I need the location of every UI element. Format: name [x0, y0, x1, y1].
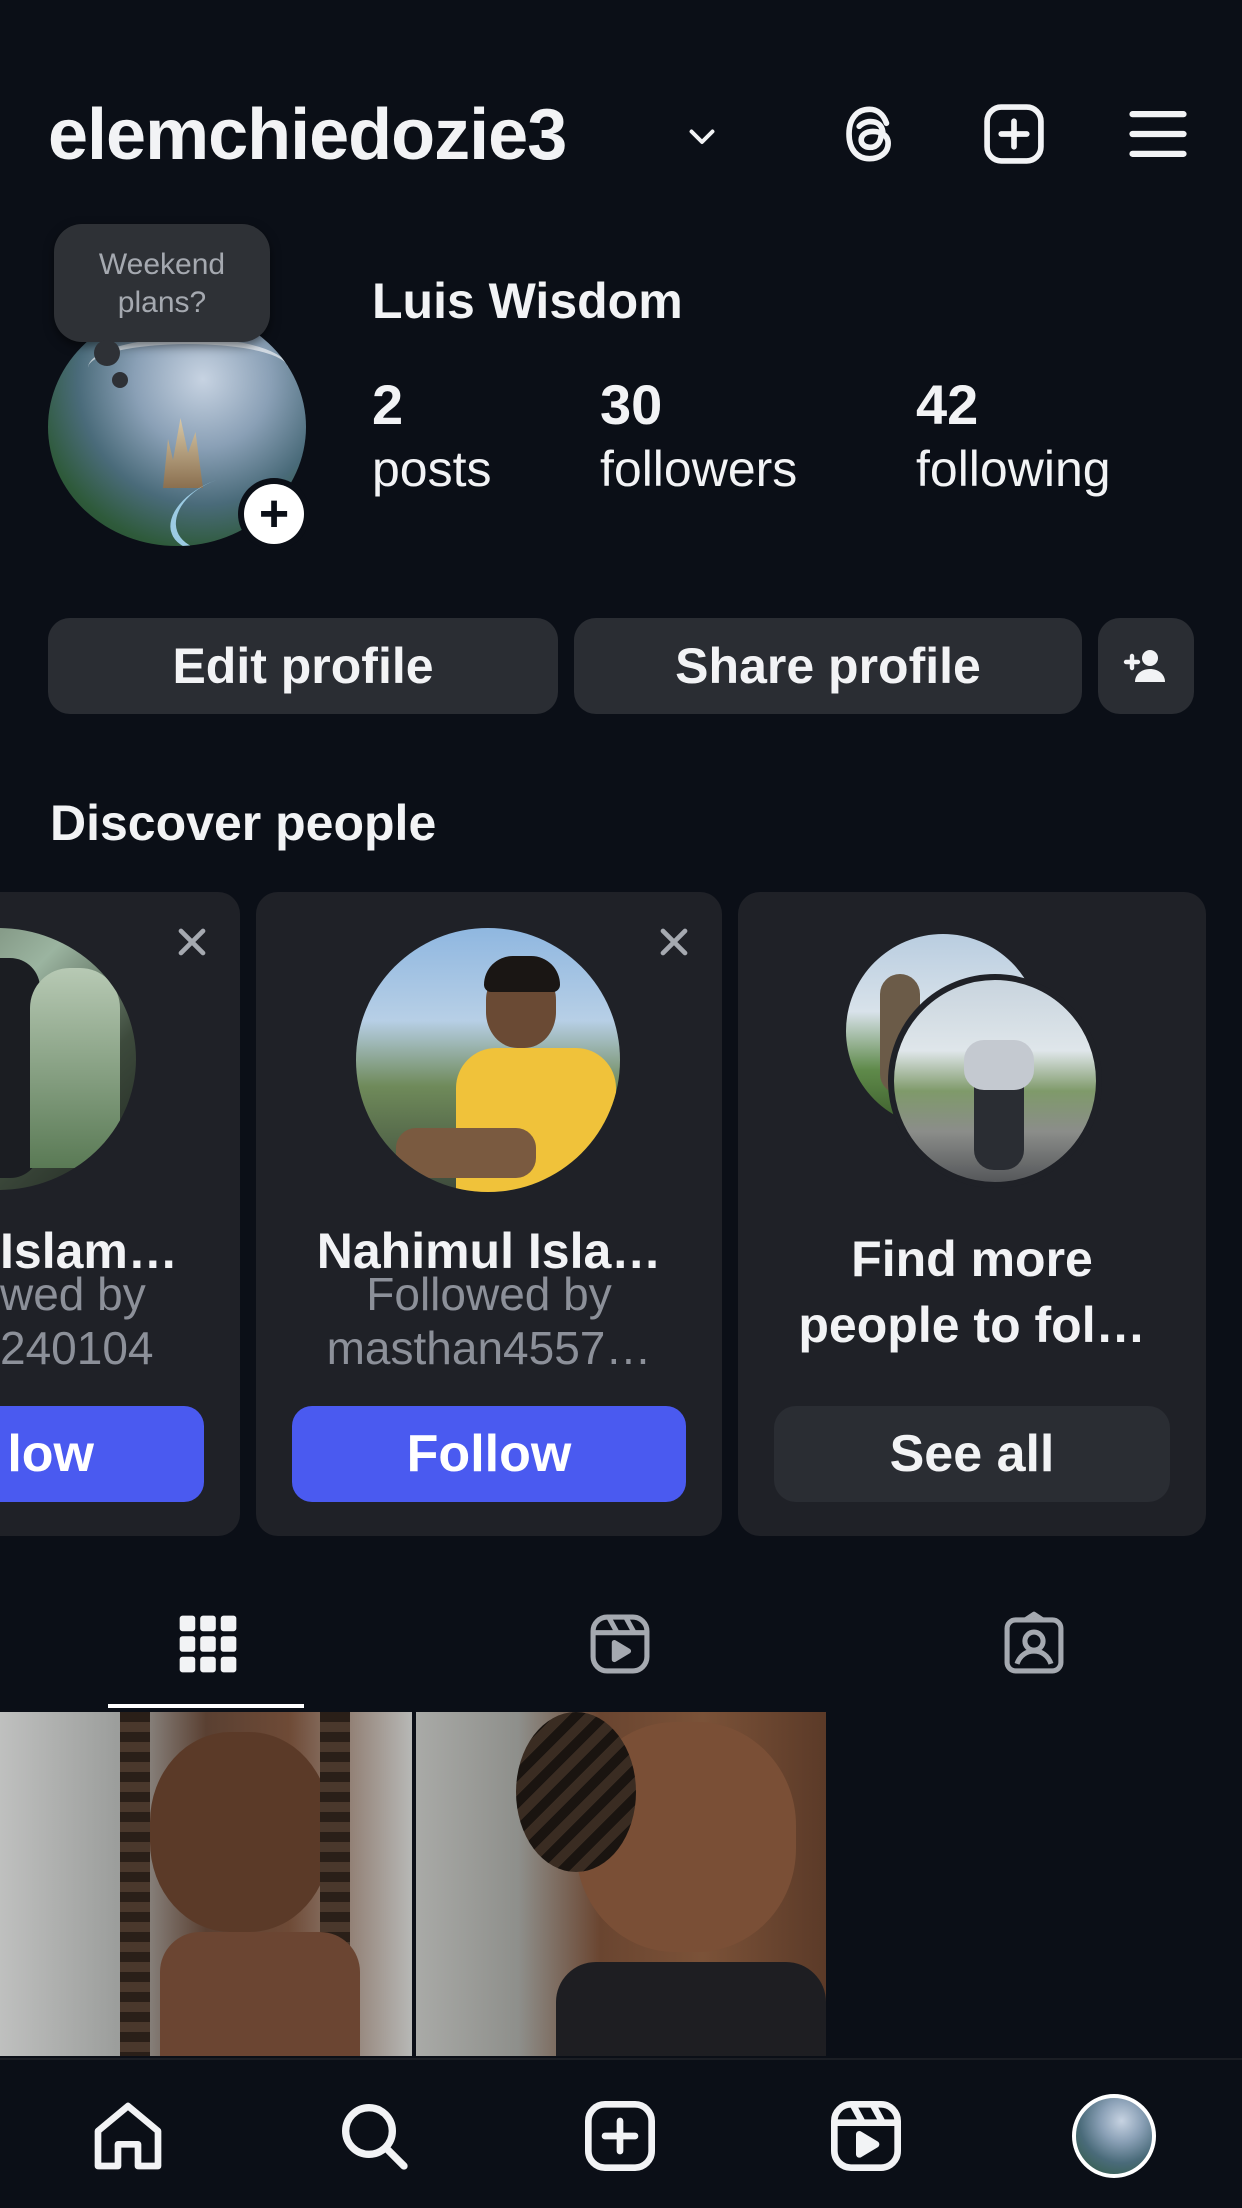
plus-icon: +	[244, 484, 304, 544]
profile-avatar[interactable]	[1072, 2094, 1156, 2178]
share-profile-button[interactable]: Share profile	[574, 618, 1082, 714]
add-person-icon	[1123, 650, 1165, 682]
find-more-line-1: Find more	[851, 1231, 1093, 1287]
note-bubble-tail	[94, 340, 120, 366]
edit-profile-button[interactable]: Edit profile	[48, 618, 558, 714]
posts-count[interactable]: 2	[372, 372, 403, 437]
suggested-person-photo[interactable]	[356, 928, 620, 1192]
menu-icon[interactable]	[1124, 100, 1192, 168]
suggested-mutual-line-2: 240104	[0, 1322, 154, 1374]
suggested-mutual-line-1: Followed by	[366, 1268, 612, 1320]
suggested-person-photo[interactable]	[0, 928, 136, 1190]
discover-people-title: Discover people	[50, 795, 437, 851]
followers-label[interactable]: followers	[600, 440, 797, 498]
account-username[interactable]: elemchiedozie3	[48, 92, 567, 178]
suggested-mutual-line-1: wed by	[0, 1268, 146, 1320]
search-icon[interactable]	[334, 2096, 414, 2176]
following-label[interactable]: following	[916, 440, 1111, 498]
post-thumbnail[interactable]	[0, 1712, 412, 2056]
threads-icon[interactable]	[836, 100, 904, 168]
find-more-line-2: people to fol…	[798, 1297, 1146, 1353]
profile-full-name: Luis Wisdom	[372, 273, 683, 329]
suggested-mutual-line-2: masthan4557…	[326, 1322, 652, 1374]
tagged-icon[interactable]	[1000, 1610, 1068, 1678]
follow-button[interactable]: low	[0, 1406, 204, 1502]
following-count[interactable]: 42	[916, 372, 978, 437]
reels-icon[interactable]	[826, 2096, 906, 2176]
followers-count[interactable]: 30	[600, 372, 662, 437]
dismiss-icon[interactable]	[652, 920, 696, 964]
posts-label[interactable]: posts	[372, 440, 492, 498]
add-post-icon[interactable]	[980, 100, 1048, 168]
dismiss-icon[interactable]	[170, 920, 214, 964]
note-line-2: plans?	[117, 286, 207, 319]
follow-button[interactable]: Follow	[292, 1406, 686, 1502]
reels-icon[interactable]	[586, 1610, 654, 1678]
active-tab-indicator	[108, 1704, 304, 1708]
profile-note-bubble[interactable]: Weekend plans?	[54, 224, 270, 342]
post-thumbnail[interactable]	[416, 1712, 826, 2056]
add-story-button[interactable]: +	[238, 478, 310, 550]
note-line-1: Weekend	[98, 248, 226, 281]
create-icon[interactable]	[580, 2096, 660, 2176]
discover-people-toggle-button[interactable]	[1098, 618, 1194, 714]
home-icon[interactable]	[88, 2096, 168, 2176]
note-bubble-tail-small	[112, 372, 128, 388]
see-all-button[interactable]: See all	[774, 1406, 1170, 1502]
chevron-down-icon[interactable]	[684, 118, 720, 154]
suggested-person-photo-front	[888, 974, 1102, 1188]
grid-icon[interactable]	[174, 1610, 242, 1678]
